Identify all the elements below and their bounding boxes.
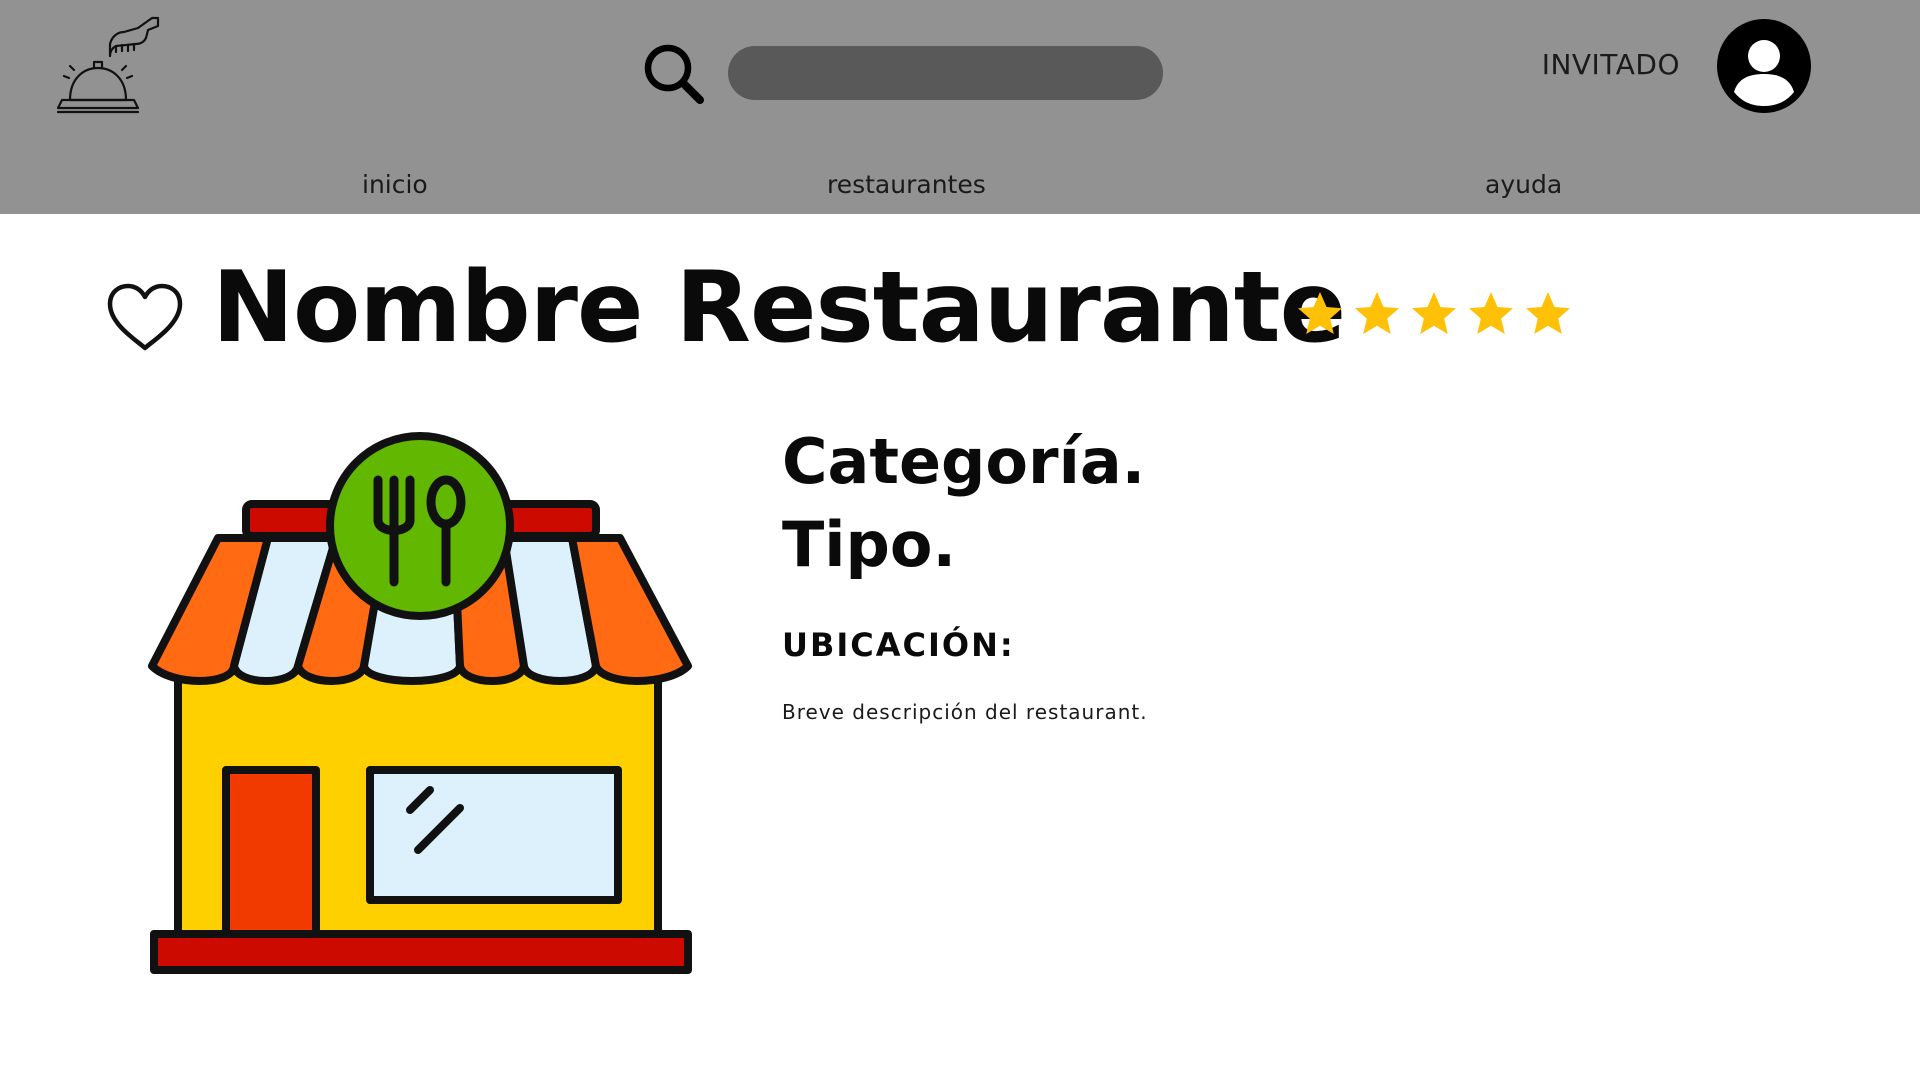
- user-label: INVITADO: [1541, 48, 1680, 81]
- restaurant-name: Nombre Restaurante: [212, 251, 1346, 365]
- nav-item-inicio[interactable]: inicio: [362, 170, 428, 199]
- search-icon[interactable]: [640, 40, 708, 108]
- star-icon: [1412, 292, 1456, 334]
- location-label: UBICACIÓN:: [782, 626, 1015, 664]
- user-avatar-icon[interactable]: [1716, 18, 1812, 114]
- star-icon: [1355, 292, 1399, 334]
- restaurant-type: Tipo.: [782, 508, 957, 581]
- nav-item-restaurantes[interactable]: restaurantes: [827, 170, 986, 199]
- service-bell-icon[interactable]: [52, 12, 164, 122]
- nav-item-ayuda[interactable]: ayuda: [1485, 170, 1562, 199]
- restaurant-category: Categoría.: [782, 425, 1146, 498]
- restaurant-detail-page: INVITADO inicio restaurantes ayuda Nombr…: [0, 0, 1920, 1080]
- star-icon: [1469, 292, 1513, 334]
- restaurant-description: Breve descripción del restaurant.: [782, 700, 1148, 724]
- heart-outline-icon[interactable]: [106, 282, 184, 352]
- restaurant-storefront-icon: [148, 432, 692, 974]
- star-icon: [1298, 292, 1342, 334]
- star-icon: [1526, 292, 1570, 334]
- star-rating: [1296, 290, 1572, 338]
- search-input[interactable]: [728, 46, 1163, 100]
- top-header: INVITADO inicio restaurantes ayuda: [0, 0, 1920, 214]
